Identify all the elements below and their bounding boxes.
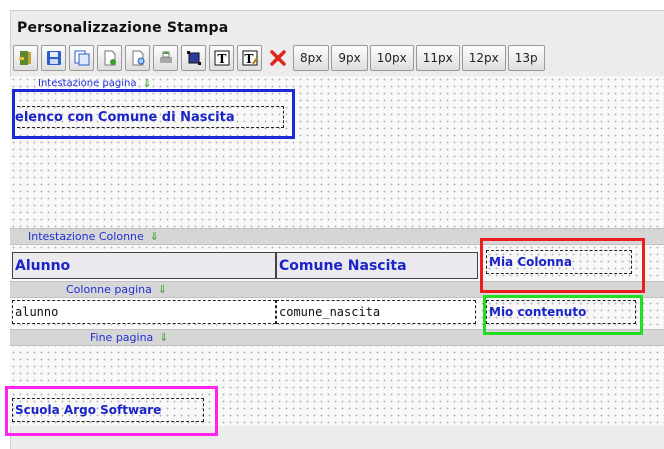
window-title: Personalizzazione Stampa [17,20,229,36]
column-value-comune[interactable]: comune_nascita [276,300,476,324]
column-header-mia-colonna[interactable]: Mia Colonna [486,250,632,274]
svg-text:T: T [217,52,226,66]
report-canvas[interactable]: Intestazione pagina ⇓ elenco con Comune … [10,76,664,426]
column-value-mio-contenuto[interactable]: Mio contenuto [486,300,636,324]
font-size-8[interactable]: 8px [293,45,330,71]
text-icon[interactable]: T [209,45,234,71]
band-column-header[interactable]: Intestazione Colonne ⇓ [10,228,664,245]
band-page-footer-label: Fine pagina [90,331,154,344]
report-title-field[interactable]: elenco con Comune di Nascita [12,106,284,128]
font-size-12[interactable]: 12px [461,45,506,71]
band-page-header[interactable]: Intestazione pagina ⇓ [10,76,664,90]
column-header-comune[interactable]: Comune Nascita [276,252,478,279]
save-icon[interactable] [41,45,66,71]
column-header-alunno[interactable]: Alunno [12,252,276,279]
arrow-down-icon: ⇓ [157,283,168,296]
font-size-11[interactable]: 11px [415,45,460,71]
arrow-down-icon: ⇓ [149,230,160,243]
arrow-down-icon: ⇓ [159,331,169,344]
band-column-body[interactable]: Colonne pagina ⇓ [10,281,664,298]
footer-text-field[interactable]: Scuola Argo Software [12,398,204,422]
font-size-9[interactable]: 9px [331,45,368,71]
print-icon[interactable] [153,45,178,71]
band-column-header-label: Intestazione Colonne [28,230,144,243]
copy-icon[interactable] [69,45,94,71]
arrow-down-icon: ⇓ [142,76,152,90]
font-size-13[interactable]: 13p [507,45,545,71]
band-page-footer[interactable]: Fine pagina ⇓ [10,329,664,346]
select-icon[interactable] [181,45,206,71]
column-value-alunno[interactable]: alunno [12,300,276,324]
band-page-header-label: Intestazione pagina [38,77,137,89]
font-size-10[interactable]: 10px [369,45,414,71]
preview-icon[interactable] [125,45,150,71]
svg-text:T: T [244,52,253,66]
new-page-icon[interactable] [97,45,122,71]
delete-icon[interactable] [265,45,290,71]
toolbar: T T 8px 9px 10px 11px 12px 13p [13,43,664,73]
text-edit-icon[interactable]: T [237,45,262,71]
exit-icon[interactable] [13,45,38,71]
band-column-body-label: Colonne pagina [66,283,152,296]
